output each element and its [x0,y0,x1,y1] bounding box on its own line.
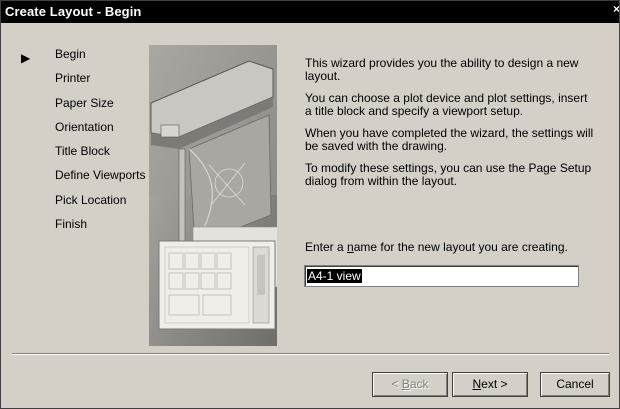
description: This wizard provides you the ability to … [305,57,595,197]
cancel-button[interactable]: Cancel [540,372,610,397]
close-icon[interactable]: × [613,2,619,20]
step-define-viewports: Define Viewports [15,167,150,191]
description-paragraph: When you have completed the wizard, the … [305,126,594,153]
step-label: Printer [55,71,91,86]
title-bar: Create Layout - Begin × [1,1,619,23]
step-orientation: Orientation [15,119,150,143]
current-step-icon: ▶ [21,51,31,65]
description-paragraph: To modify these settings, you can use th… [305,161,592,188]
step-printer: Printer [15,70,150,94]
description-paragraph: You can choose a plot device and plot se… [305,91,588,118]
step-label: Pick Location [55,192,127,207]
step-finish: Finish [15,216,150,240]
divider [12,353,609,355]
plotter-illustration [149,45,277,346]
layout-name-input[interactable]: A4-1 view [304,265,579,287]
accelerator-key: n [347,240,354,254]
layout-name-label: Enter a name for the new layout you are … [305,240,568,254]
step-label: Title Block [55,144,110,159]
step-label: Begin [55,47,86,61]
layout-name-value: A4-1 view [307,269,362,283]
next-button[interactable]: Next > [452,372,528,397]
step-begin: ▶ Begin [15,46,150,70]
dialog-title: Create Layout - Begin [5,4,142,19]
step-label: Finish [55,217,88,232]
create-layout-dialog: Create Layout - Begin × ▶ Begin Printer … [0,0,620,409]
step-label: Define Viewports [55,168,146,183]
step-pick-location: Pick Location [15,192,150,216]
back-button[interactable]: < Back [372,372,448,397]
step-label: Paper Size [55,95,114,110]
step-title-block: Title Block [15,143,150,167]
description-paragraph: This wizard provides you the ability to … [305,56,579,83]
step-paper-size: Paper Size [15,95,150,119]
step-label: Orientation [55,119,114,134]
wizard-steps: ▶ Begin Printer Paper Size Orientation T… [15,46,150,240]
